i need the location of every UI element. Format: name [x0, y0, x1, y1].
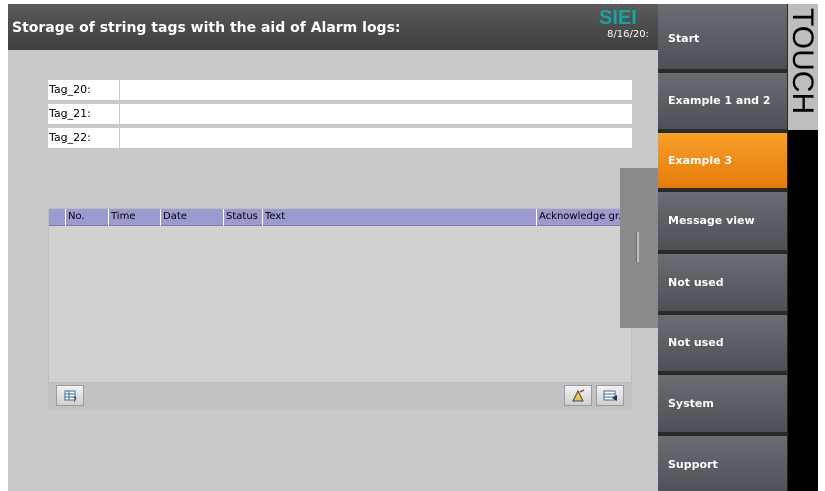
nav-button-start[interactable]: Start [658, 4, 787, 73]
header-bar: Storage of string tags with the aid of A… [8, 4, 658, 50]
main-area: Tag_20: Tag_21: Tag_22: No. Time Date St… [8, 50, 658, 491]
acknowledge-icon [572, 389, 585, 402]
tag-21-field[interactable] [120, 104, 632, 124]
tag-20-label: Tag_20: [48, 80, 119, 100]
column-header-date[interactable]: Date [160, 209, 223, 226]
column-header-marker [49, 209, 65, 226]
alarm-toolbar: ? [48, 383, 632, 409]
touch-label: TOUCH [788, 8, 818, 115]
column-header-acknowledge-group[interactable]: Acknowledge gr. [536, 209, 633, 226]
nav-button-system[interactable]: System [658, 375, 787, 436]
acknowledge-button[interactable] [564, 385, 592, 406]
svg-text:?: ? [73, 396, 77, 404]
nav-button-example-1-and-2[interactable]: Example 1 and 2 [658, 73, 787, 133]
edit-button[interactable] [596, 385, 624, 406]
tag-22-field[interactable] [120, 128, 632, 148]
column-header-time[interactable]: Time [108, 209, 160, 226]
edit-table-icon [603, 390, 617, 401]
tag-21-label: Tag_21: [48, 104, 119, 124]
column-header-text[interactable]: Text [262, 209, 536, 226]
alarm-table-header: No. Time Date Status Text Acknowledge gr… [49, 209, 633, 226]
column-header-no[interactable]: No. [65, 209, 108, 226]
scroll-panel[interactable] [620, 168, 658, 328]
alarm-view[interactable]: No. Time Date Status Text Acknowledge gr… [48, 208, 633, 383]
siemens-logo: SIEI [599, 7, 637, 29]
date-display: 8/16/20: [607, 29, 649, 40]
nav-button-not-used-1[interactable]: Not used [658, 254, 787, 315]
tag-22-label: Tag_22: [48, 128, 119, 148]
nav-button-support[interactable]: Support [658, 436, 787, 491]
nav-panel: Start Example 1 and 2 Example 3 Message … [658, 4, 788, 491]
info-text-icon: ? [64, 390, 77, 404]
scroll-grip[interactable] [636, 232, 639, 262]
tag-20-field[interactable] [120, 80, 632, 100]
info-text-button[interactable]: ? [56, 385, 84, 406]
column-header-status[interactable]: Status [223, 209, 262, 226]
nav-button-example-3[interactable]: Example 3 [658, 133, 787, 192]
hmi-frame: Storage of string tags with the aid of A… [8, 4, 818, 491]
nav-button-not-used-2[interactable]: Not used [658, 315, 787, 375]
touch-strip: TOUCH [788, 4, 818, 491]
nav-button-message-view[interactable]: Message view [658, 192, 787, 254]
page-title: Storage of string tags with the aid of A… [12, 20, 401, 36]
